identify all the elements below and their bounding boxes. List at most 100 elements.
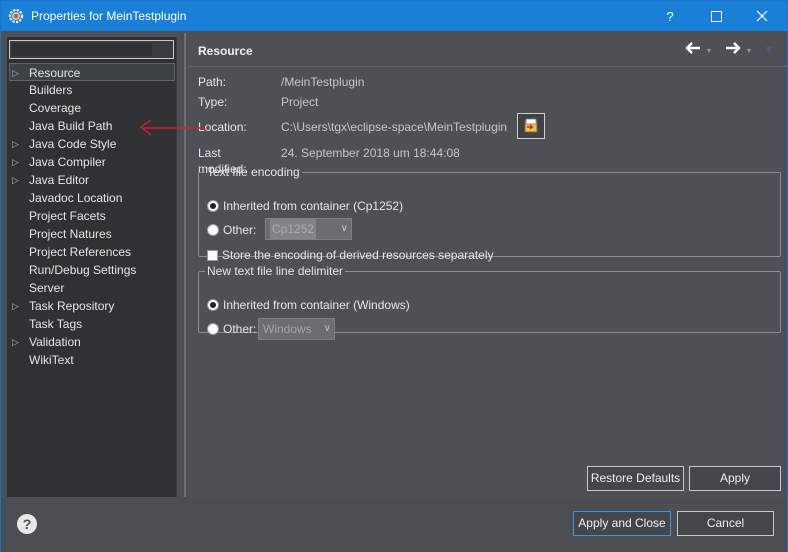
help-icon[interactable]: ? bbox=[17, 514, 37, 534]
tree-item-project-references[interactable]: Project References bbox=[7, 243, 177, 261]
close-icon bbox=[756, 10, 768, 22]
expand-arrow-icon[interactable]: ▷ bbox=[12, 135, 20, 153]
store-encoding-label[interactable]: Store the encoding of derived resources … bbox=[222, 247, 494, 263]
encoding-select[interactable]: Cp1252 ∨ bbox=[265, 218, 352, 240]
text-encoding-group: Text file encoding Inherited from contai… bbox=[198, 165, 781, 262]
tree-item-label: Project References bbox=[29, 245, 132, 259]
cancel-button[interactable]: Cancel bbox=[677, 511, 774, 536]
text-encoding-legend: Text file encoding bbox=[207, 165, 300, 179]
delimiter-inherited-label[interactable]: Inherited from container (Windows) bbox=[223, 297, 410, 313]
help-title-button[interactable]: ? bbox=[647, 1, 693, 31]
line-delimiter-legend: New text file line delimiter bbox=[207, 264, 344, 278]
type-value: Project bbox=[281, 95, 319, 109]
view-menu-icon[interactable]: ▼ bbox=[764, 45, 774, 56]
resource-page: Resource ▾ ▾ ▼ Path: /MeinTestplugin Typ… bbox=[187, 33, 787, 497]
forward-dropdown-icon[interactable]: ▾ bbox=[747, 46, 751, 55]
page-header: Resource ▾ ▾ ▼ bbox=[187, 33, 787, 67]
path-label: Path: bbox=[198, 75, 227, 89]
delimiter-inherited-radio[interactable] bbox=[207, 299, 219, 311]
preference-tree: ▷ Resource Builders Coverage Java Build Path… bbox=[7, 63, 177, 369]
tree-item-label: Builders bbox=[29, 83, 73, 97]
type-label: Type: bbox=[198, 95, 228, 109]
encoding-inherited-radio[interactable] bbox=[207, 200, 219, 212]
annotation-arrow-icon bbox=[139, 119, 205, 136]
properties-dialog: Properties for MeinTestplugin ? ▷ Resourc… bbox=[0, 0, 788, 552]
tree-item-builders[interactable]: Builders bbox=[7, 81, 177, 99]
tree-item-validation[interactable]: ▷ Validation bbox=[7, 333, 177, 351]
tree-item-project-natures[interactable]: Project Natures bbox=[7, 225, 177, 243]
tree-item-resource[interactable]: ▷ Resource bbox=[9, 63, 175, 81]
expand-arrow-icon[interactable]: ▷ bbox=[12, 297, 20, 315]
expand-arrow-icon[interactable]: ▷ bbox=[12, 64, 20, 82]
maximize-button[interactable] bbox=[693, 1, 739, 31]
tree-item-run-debug-settings[interactable]: Run/Debug Settings bbox=[7, 261, 177, 279]
tree-item-label: Validation bbox=[29, 335, 81, 349]
expand-arrow-icon[interactable]: ▷ bbox=[12, 333, 20, 351]
pane-splitter[interactable] bbox=[184, 33, 186, 497]
maximize-icon bbox=[710, 10, 722, 22]
encoding-other-radio[interactable] bbox=[207, 224, 219, 236]
filter-input[interactable] bbox=[9, 40, 174, 59]
tree-item-label: Task Repository bbox=[29, 299, 115, 313]
title-bar: Properties for MeinTestplugin ? bbox=[1, 1, 787, 31]
tree-item-task-repository[interactable]: ▷ Task Repository bbox=[7, 297, 177, 315]
tree-item-project-facets[interactable]: Project Facets bbox=[7, 207, 177, 225]
chevron-down-icon: ∨ bbox=[323, 323, 331, 334]
tree-item-label: Java Code Style bbox=[29, 137, 117, 151]
tree-item-label: Java Editor bbox=[29, 173, 90, 187]
encoding-inherited-label[interactable]: Inherited from container (Cp1252) bbox=[223, 198, 403, 214]
chevron-down-icon: ∨ bbox=[340, 223, 348, 234]
tree-item-coverage[interactable]: Coverage bbox=[7, 99, 177, 117]
page-title: Resource bbox=[198, 44, 253, 58]
tree-item-javadoc-location[interactable]: Javadoc Location bbox=[7, 189, 177, 207]
dialog-footer: ? Apply and Close Cancel bbox=[1, 498, 787, 552]
store-encoding-checkbox[interactable] bbox=[207, 249, 218, 261]
line-delimiter-group: New text file line delimiter Inherited f… bbox=[198, 264, 781, 340]
tree-item-label: Java Compiler bbox=[29, 155, 106, 169]
expand-arrow-icon[interactable]: ▷ bbox=[12, 153, 20, 171]
preference-tree-pane: ▷ Resource Builders Coverage Java Build Path… bbox=[7, 37, 177, 497]
tree-item-label: Java Build Path bbox=[29, 119, 113, 133]
encoding-select-value: Cp1252 bbox=[270, 219, 317, 239]
tree-item-label: Javadoc Location bbox=[29, 191, 123, 205]
close-button[interactable] bbox=[739, 1, 785, 31]
delimiter-select-value: Windows bbox=[263, 322, 312, 336]
show-in-explorer-button[interactable] bbox=[517, 113, 545, 139]
open-folder-icon bbox=[524, 118, 538, 133]
tree-item-label: Server bbox=[29, 281, 65, 295]
tree-item-task-tags[interactable]: Task Tags bbox=[7, 315, 177, 333]
tree-item-label: Task Tags bbox=[29, 317, 83, 331]
eclipse-gear-icon bbox=[8, 8, 24, 24]
encoding-other-label[interactable]: Other: bbox=[223, 222, 256, 238]
tree-item-label: Run/Debug Settings bbox=[29, 263, 137, 277]
location-value: C:\Users\tgx\eclipse-space\MeinTestplugi… bbox=[281, 120, 508, 134]
tree-item-label: Resource bbox=[29, 66, 81, 80]
apply-and-close-button[interactable]: Apply and Close bbox=[573, 511, 671, 536]
apply-button[interactable]: Apply bbox=[689, 466, 781, 491]
tree-item-server[interactable]: Server bbox=[7, 279, 177, 297]
restore-defaults-button[interactable]: Restore Defaults bbox=[587, 466, 684, 491]
tree-item-label: Project Natures bbox=[29, 227, 112, 241]
modified-value: 24. September 2018 um 18:44:08 bbox=[281, 146, 460, 160]
encoding-inherited-option[interactable]: Inherited from container (Cp1252) bbox=[207, 198, 403, 214]
delimiter-other-radio[interactable] bbox=[207, 323, 219, 335]
back-arrow-icon[interactable] bbox=[685, 42, 701, 57]
tree-item-label: Project Facets bbox=[29, 209, 106, 223]
store-encoding-option[interactable]: Store the encoding of derived resources … bbox=[207, 247, 494, 263]
encoding-other-option[interactable]: Other: bbox=[207, 222, 256, 238]
delimiter-other-option[interactable]: Other: bbox=[207, 321, 256, 337]
forward-arrow-icon[interactable] bbox=[725, 42, 741, 57]
delimiter-inherited-option[interactable]: Inherited from container (Windows) bbox=[207, 297, 410, 313]
tree-item-java-editor[interactable]: ▷ Java Editor bbox=[7, 171, 177, 189]
tree-item-label: WikiText bbox=[29, 353, 74, 367]
delimiter-select[interactable]: Windows ∨ bbox=[258, 318, 335, 340]
tree-item-label: Coverage bbox=[29, 101, 82, 115]
expand-arrow-icon[interactable]: ▷ bbox=[12, 171, 20, 189]
back-dropdown-icon[interactable]: ▾ bbox=[707, 46, 711, 55]
window-title: Properties for MeinTestplugin bbox=[31, 9, 187, 23]
path-value: /MeinTestplugin bbox=[281, 75, 365, 89]
tree-item-java-compiler[interactable]: ▷ Java Compiler bbox=[7, 153, 177, 171]
delimiter-other-label[interactable]: Other: bbox=[223, 321, 256, 337]
filter-input-field[interactable] bbox=[12, 43, 152, 56]
tree-item-wikitext[interactable]: WikiText bbox=[7, 351, 177, 369]
